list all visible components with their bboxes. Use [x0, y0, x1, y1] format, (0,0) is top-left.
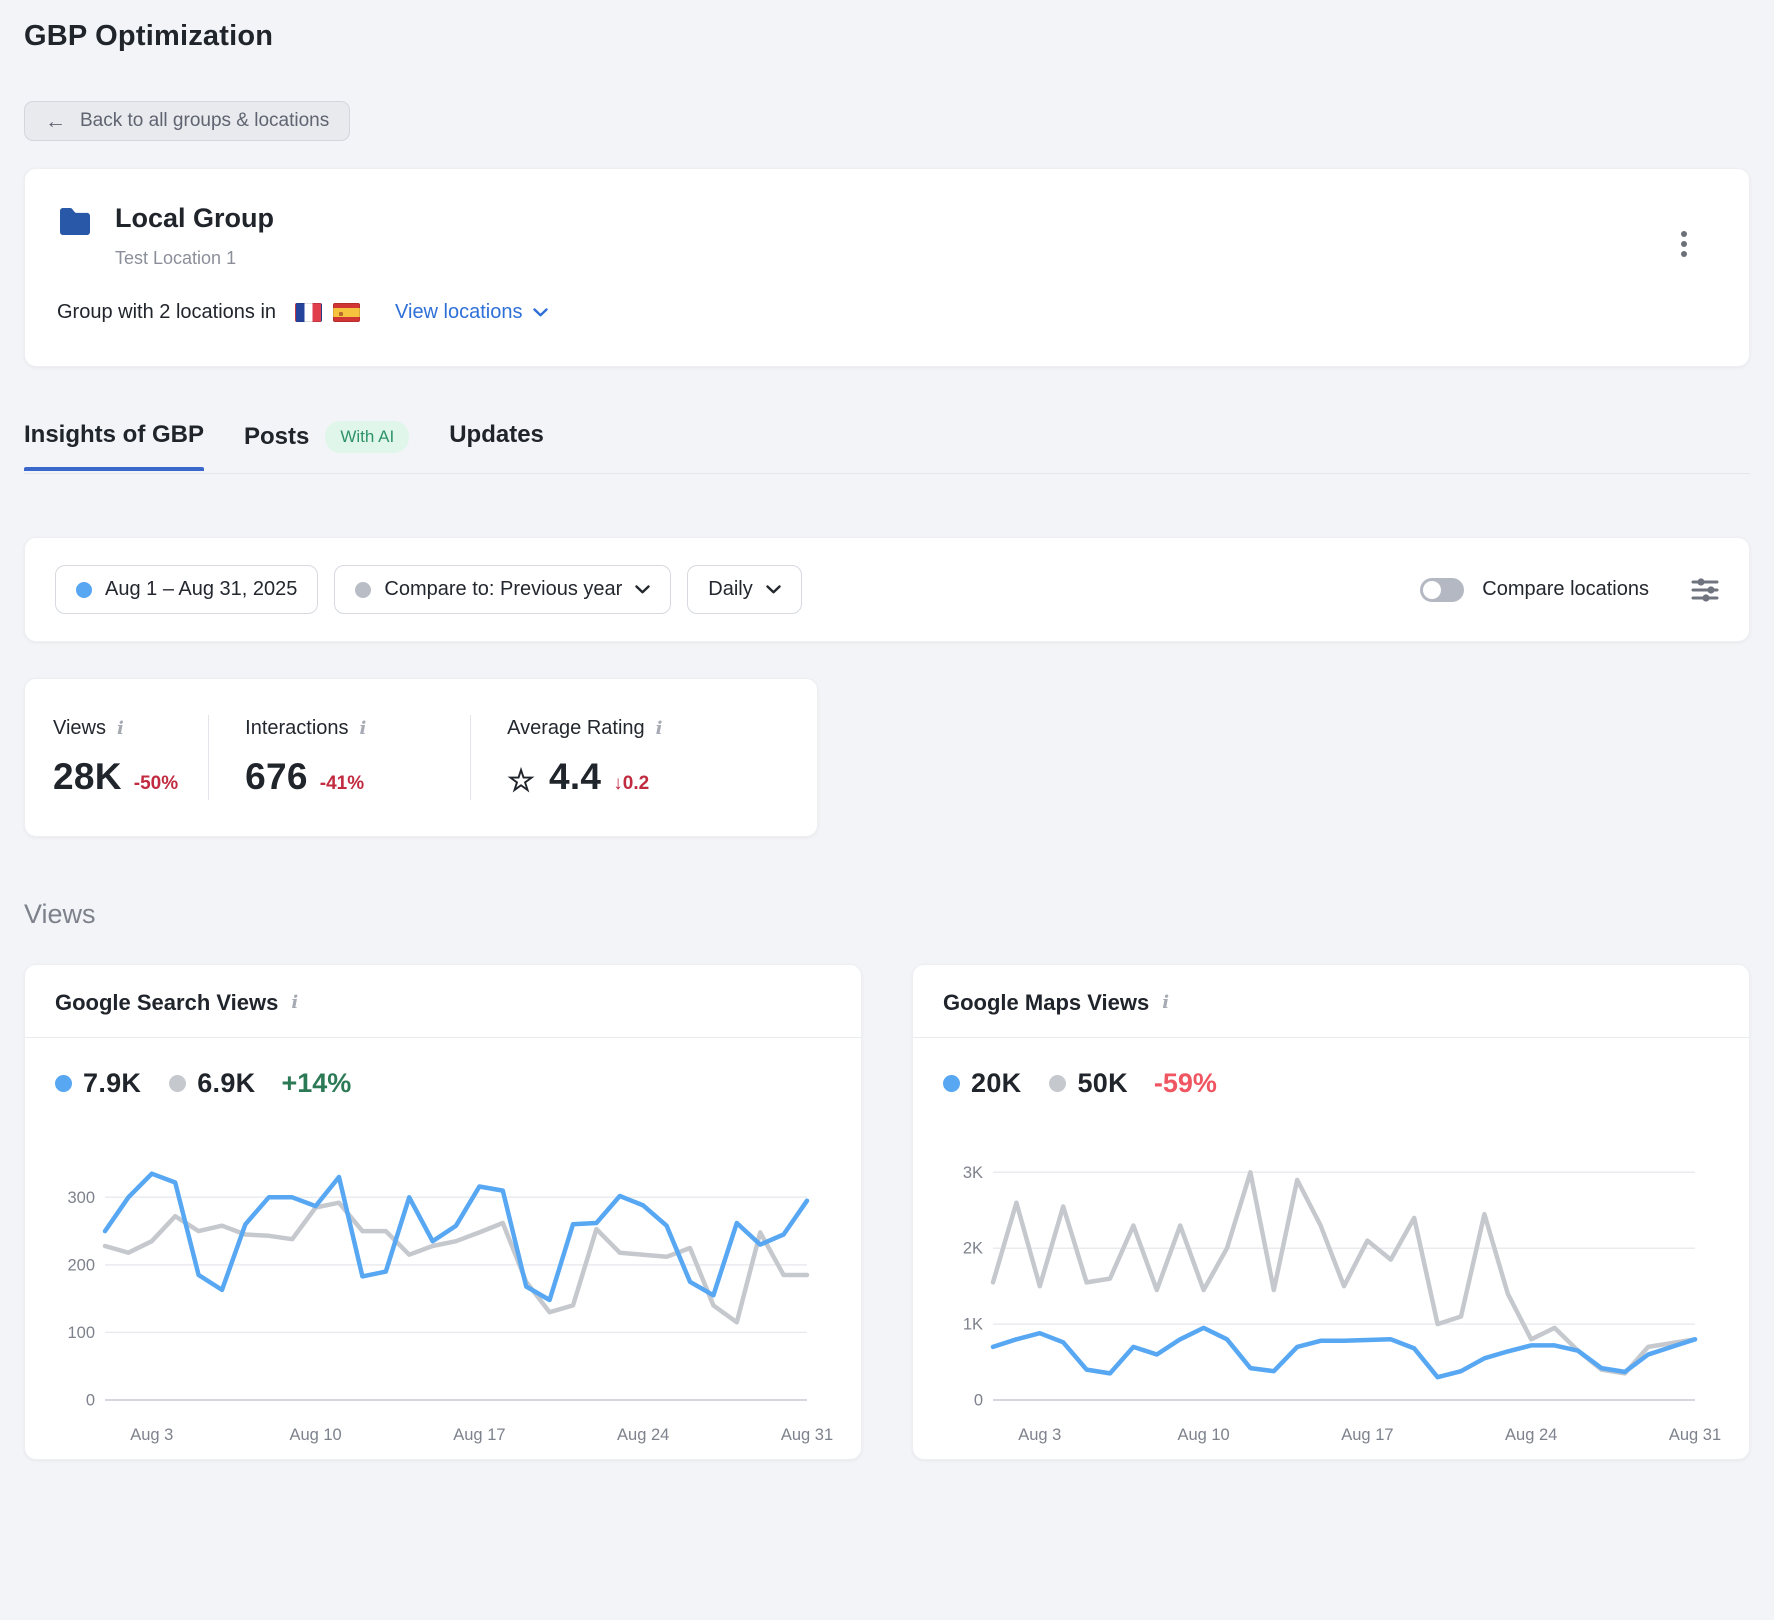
stat-value: 28K: [53, 756, 122, 798]
chart-title: Google Maps Views: [943, 990, 1149, 1016]
compare-to-value: Compare to: Previous year: [384, 578, 622, 601]
svg-text:Aug 17: Aug 17: [1341, 1426, 1393, 1444]
more-options-kebab-icon[interactable]: [1677, 227, 1691, 261]
stat-label: Interactions: [245, 717, 348, 740]
previous-period-dot-icon: [355, 582, 371, 598]
previous-total: 50K: [1077, 1068, 1127, 1099]
svg-text:100: 100: [67, 1324, 95, 1342]
views-section-title: Views: [24, 899, 1750, 930]
tab-label: Posts: [244, 423, 309, 451]
svg-text:0: 0: [86, 1392, 95, 1410]
svg-text:300: 300: [67, 1189, 95, 1207]
svg-text:Aug 3: Aug 3: [130, 1426, 173, 1444]
svg-text:Aug 31: Aug 31: [1669, 1426, 1721, 1444]
info-icon[interactable]: i: [117, 720, 124, 738]
current-total: 20K: [971, 1068, 1021, 1099]
chevron-down-icon: [533, 308, 548, 317]
maps-views-line-chart[interactable]: 0 1K 2K 3K Aug 3 Aug 10 Aug 17 Aug 24 Aug 31: [913, 1099, 1749, 1459]
google-maps-views-card: Google Maps Views i 20K 50K -59% 0 1K 2K 3K…: [912, 964, 1750, 1460]
svg-text:Aug 31: Aug 31: [781, 1426, 833, 1444]
svg-text:Aug 10: Aug 10: [289, 1426, 341, 1444]
tab-posts[interactable]: Posts With AI: [244, 421, 409, 473]
tab-label: Updates: [449, 421, 544, 449]
search-views-line-chart[interactable]: 0 100 200 300 Aug 3 Aug 10 Aug 17 Aug 24 Aug 31: [25, 1099, 861, 1459]
svg-text:200: 200: [67, 1256, 95, 1274]
compare-locations-toggle[interactable]: [1420, 578, 1464, 602]
group-title: Local Group: [115, 203, 274, 234]
info-icon[interactable]: i: [360, 720, 367, 738]
filter-bar: Aug 1 – Aug 31, 2025 Compare to: Previou…: [24, 537, 1750, 642]
current-period-dot-icon: [76, 582, 92, 598]
chart-settings-sliders-icon[interactable]: [1691, 577, 1719, 603]
info-icon[interactable]: i: [656, 720, 663, 738]
france-flag-icon: [295, 303, 322, 322]
svg-text:1K: 1K: [963, 1316, 983, 1334]
info-icon[interactable]: i: [291, 994, 298, 1012]
chevron-down-icon: [766, 585, 781, 594]
group-subtitle: Test Location 1: [115, 248, 274, 269]
folder-icon: [57, 207, 93, 269]
tab-label: Insights of GBP: [24, 421, 204, 449]
svg-text:Aug 10: Aug 10: [1177, 1426, 1229, 1444]
tab-updates[interactable]: Updates: [449, 421, 544, 469]
svg-text:3K: 3K: [963, 1164, 983, 1182]
stat-label: Average Rating: [507, 717, 645, 740]
chart-legend: 7.9K 6.9K +14%: [25, 1038, 861, 1099]
back-button[interactable]: ← Back to all groups & locations: [24, 101, 350, 141]
tab-insights-of-gbp[interactable]: Insights of GBP: [24, 421, 204, 469]
arrow-left-icon: ←: [45, 111, 66, 132]
google-search-views-card: Google Search Views i 7.9K 6.9K +14% 0 10…: [24, 964, 862, 1460]
svg-text:Aug 24: Aug 24: [617, 1426, 669, 1444]
stat-interactions: Interactions i 676 -41%: [208, 715, 470, 800]
chevron-down-icon: [635, 585, 650, 594]
chart-legend: 20K 50K -59%: [913, 1038, 1749, 1099]
svg-text:2K: 2K: [963, 1240, 983, 1258]
current-total: 7.9K: [83, 1068, 141, 1099]
group-card: Local Group Test Location 1 Group with 2…: [24, 168, 1750, 367]
svg-text:Aug 24: Aug 24: [1505, 1426, 1557, 1444]
spain-flag-icon: [333, 303, 360, 322]
stat-views: Views i 28K -50%: [25, 715, 208, 800]
tab-bar: Insights of GBP Posts With AI Updates: [24, 421, 1750, 474]
previous-total: 6.9K: [197, 1068, 255, 1099]
stat-average-rating: Average Rating i ☆ 4.4 ↓0.2: [470, 715, 692, 800]
svg-text:0: 0: [974, 1392, 983, 1410]
view-locations-label: View locations: [395, 301, 522, 324]
stat-value: 4.4: [549, 756, 601, 798]
gbp-optimization-page: GBP Optimization ← Back to all groups & …: [0, 0, 1774, 1480]
change-percent: -59%: [1154, 1068, 1217, 1099]
granularity-value: Daily: [708, 578, 752, 601]
current-series-dot-icon: [943, 1075, 960, 1092]
compare-locations-label: Compare locations: [1482, 578, 1649, 601]
chart-title: Google Search Views: [55, 990, 278, 1016]
change-percent: +14%: [281, 1068, 351, 1099]
stat-delta: -41%: [320, 773, 364, 795]
summary-stats-card: Views i 28K -50% Interactions i 676 -41%…: [24, 678, 818, 837]
star-icon: ☆: [507, 765, 535, 796]
page-title: GBP Optimization: [24, 0, 1750, 53]
back-button-label: Back to all groups & locations: [80, 110, 329, 132]
svg-text:Aug 17: Aug 17: [453, 1426, 505, 1444]
stat-delta: ↓0.2: [613, 773, 649, 795]
date-range-button[interactable]: Aug 1 – Aug 31, 2025: [55, 565, 318, 614]
with-ai-badge: With AI: [325, 421, 409, 453]
previous-series-dot-icon: [169, 1075, 186, 1092]
previous-series-dot-icon: [1049, 1075, 1066, 1092]
group-locations-text: Group with 2 locations in: [57, 301, 276, 324]
charts-row: Google Search Views i 7.9K 6.9K +14% 0 10…: [24, 964, 1750, 1480]
info-icon[interactable]: i: [1162, 994, 1169, 1012]
stat-delta: -50%: [134, 773, 178, 795]
stat-value: 676: [245, 756, 308, 798]
current-series-dot-icon: [55, 1075, 72, 1092]
svg-text:Aug 3: Aug 3: [1018, 1426, 1061, 1444]
compare-to-dropdown[interactable]: Compare to: Previous year: [334, 565, 671, 614]
granularity-dropdown[interactable]: Daily: [687, 565, 801, 614]
view-locations-link[interactable]: View locations: [395, 301, 547, 324]
date-range-value: Aug 1 – Aug 31, 2025: [105, 578, 297, 601]
stat-label: Views: [53, 717, 106, 740]
